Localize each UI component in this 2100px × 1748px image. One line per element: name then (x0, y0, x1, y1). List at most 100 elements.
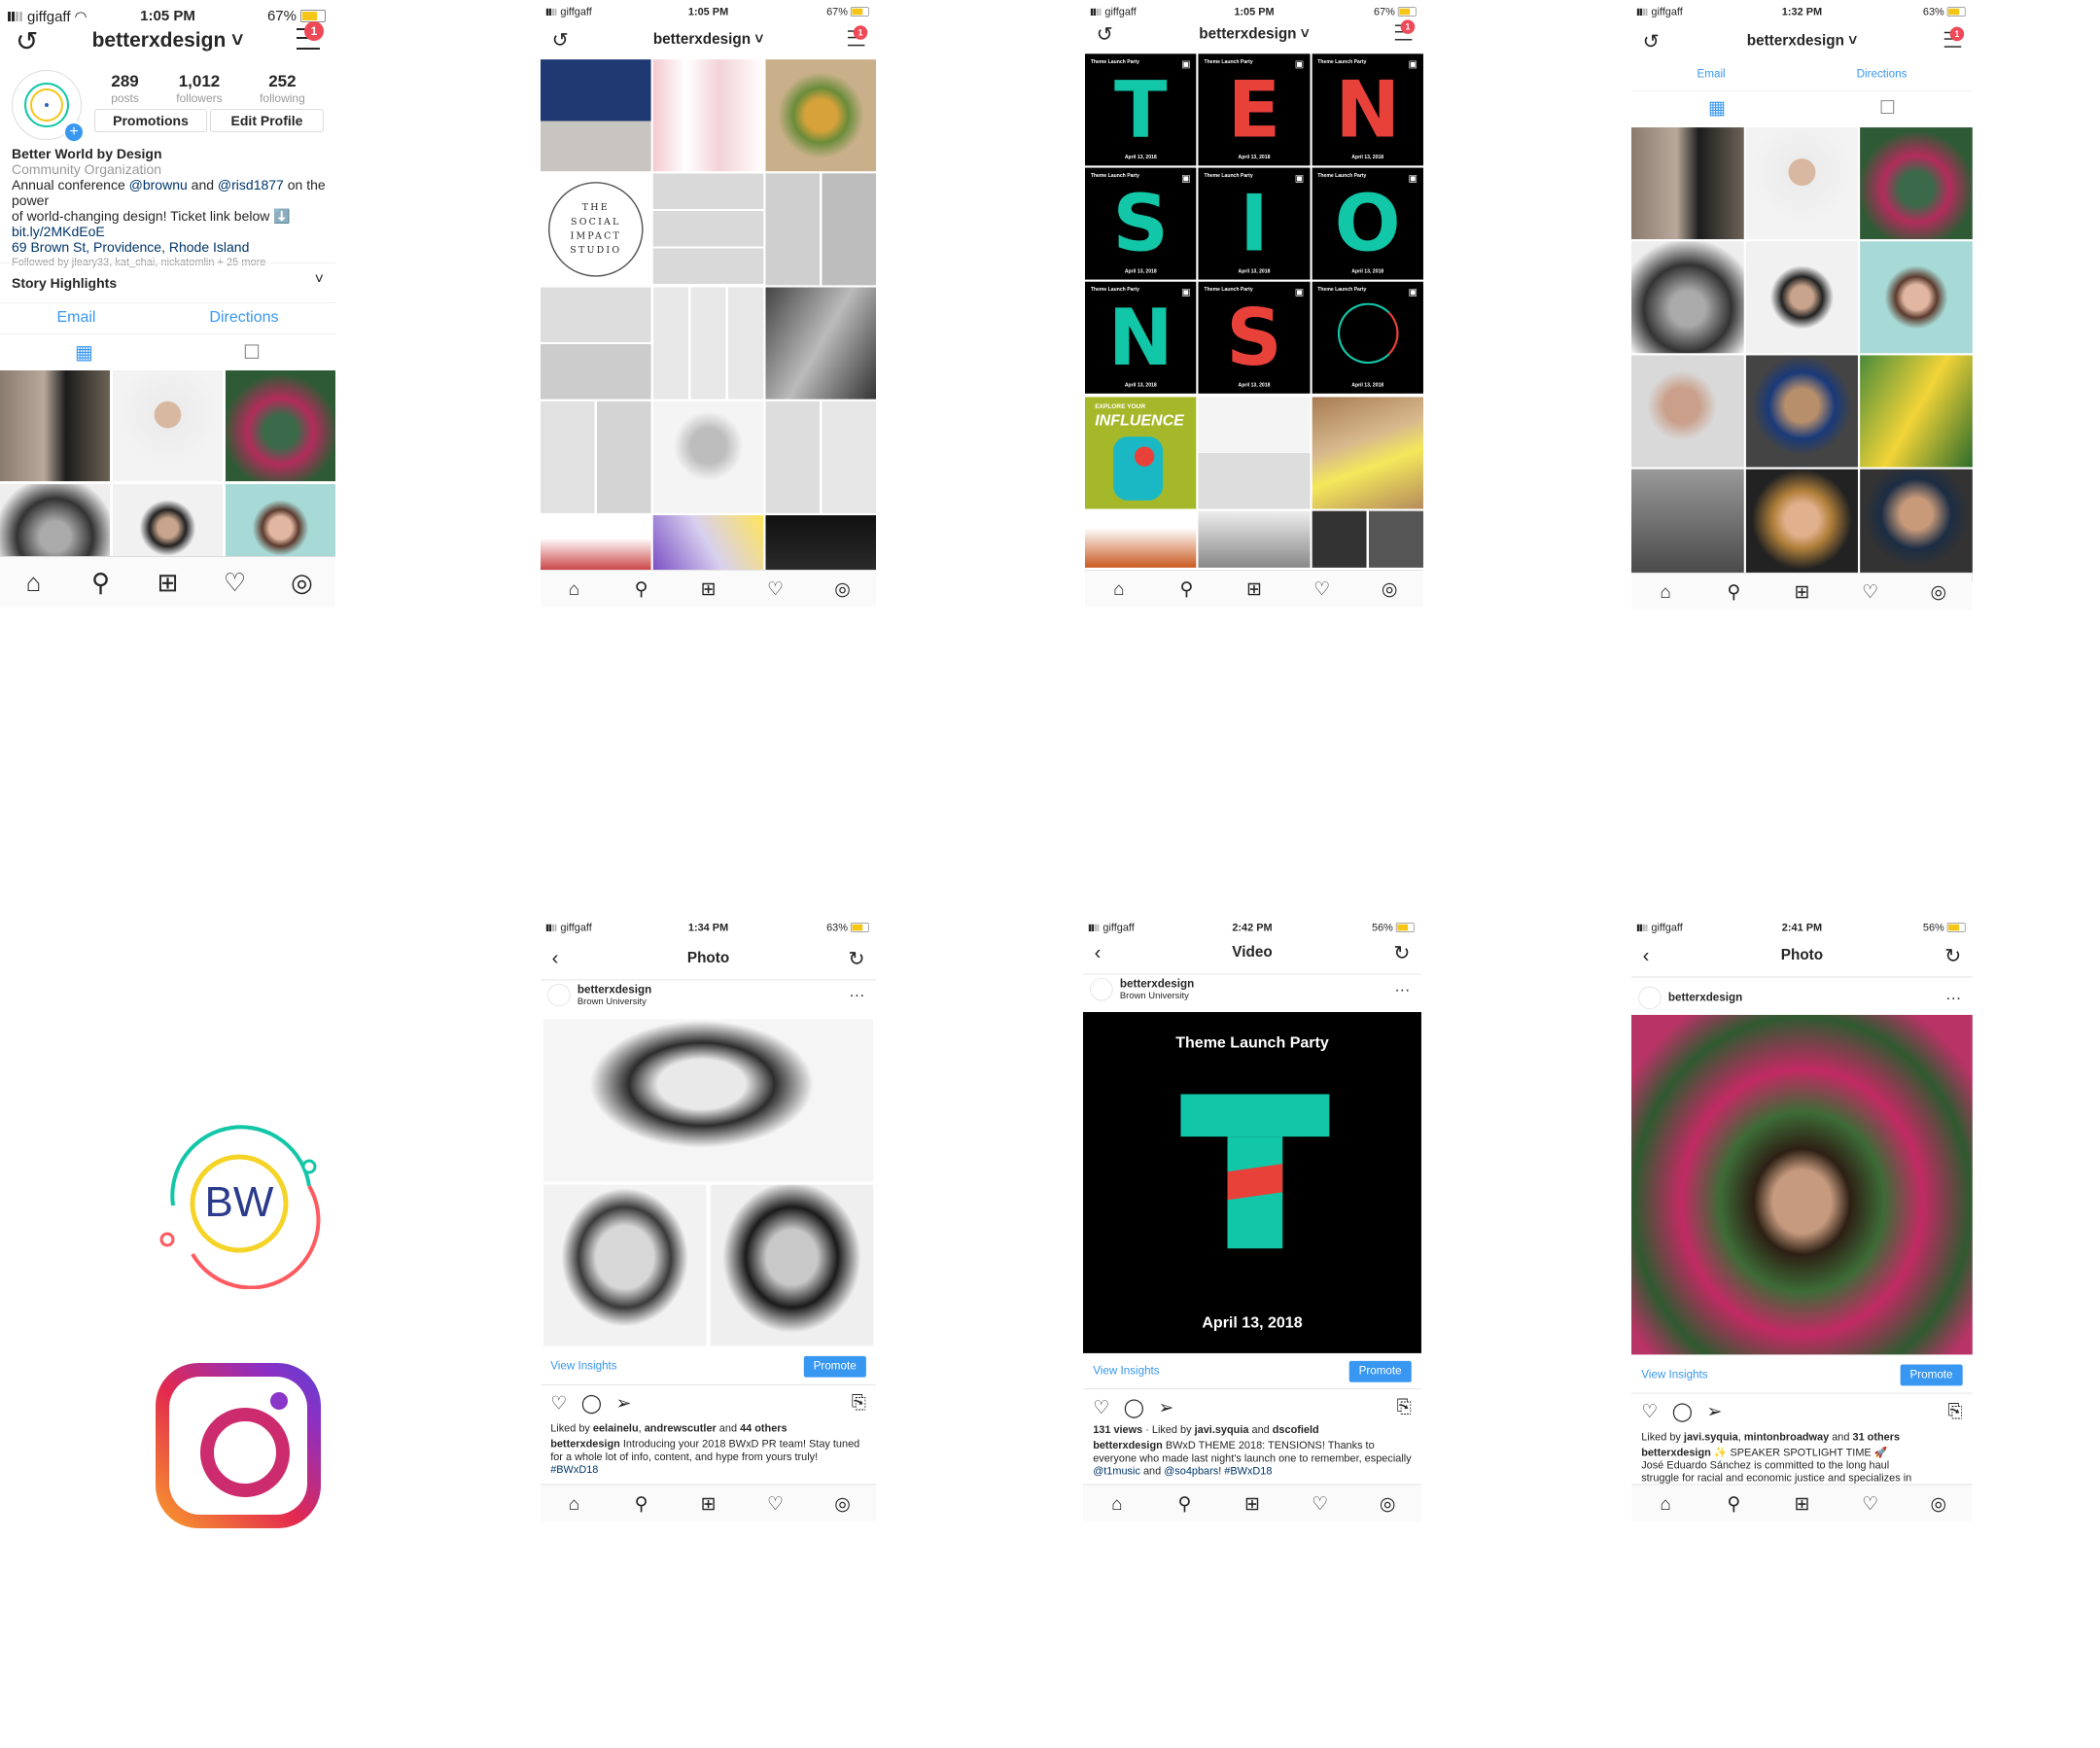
more-options-icon[interactable]: ··· (849, 986, 864, 1004)
grid-photo[interactable] (765, 401, 877, 513)
refresh-icon[interactable]: ↻ (1393, 941, 1410, 964)
liker-link[interactable]: mintonbroadway (1744, 1431, 1829, 1443)
posts-count[interactable]: 289 posts (111, 72, 139, 105)
search-icon[interactable]: ⚲ (1720, 580, 1748, 603)
grid-photo[interactable] (541, 514, 651, 573)
comment-icon[interactable]: ◯ (581, 1392, 602, 1415)
grid-photo[interactable] (1860, 127, 1973, 240)
profile-icon[interactable]: ◎ (283, 568, 322, 598)
profile-address[interactable]: 69 Brown St, Providence, Rhode Island (12, 239, 326, 255)
story-highlights-row[interactable]: Story Highlights ˅ (0, 262, 335, 303)
profile-link[interactable]: bit.ly/2MKdEoE (12, 224, 326, 239)
mention-link[interactable]: @t1music (1093, 1465, 1140, 1477)
likes-others-link[interactable]: 44 others (740, 1422, 788, 1434)
grid-photo[interactable] (765, 59, 877, 172)
home-icon[interactable]: ⌂ (560, 577, 588, 600)
tensions-card[interactable]: Theme Launch Party ▣ S April 13, 2018 (1085, 167, 1197, 280)
home-icon[interactable]: ⌂ (560, 1492, 588, 1515)
avatar[interactable] (547, 983, 571, 1007)
grid-photo[interactable] (1860, 355, 1973, 468)
grid-view-icon[interactable]: ▦ (75, 340, 93, 365)
back-icon[interactable]: ‹ (1095, 941, 1102, 963)
grid-photo[interactable] (541, 59, 651, 172)
home-icon[interactable]: ⌂ (1652, 580, 1680, 603)
bookmark-icon[interactable]: ⎘ (1397, 1396, 1412, 1418)
add-icon[interactable]: ⊞ (694, 1492, 722, 1515)
mention-link[interactable]: @risd1877 (218, 177, 284, 192)
caption-username[interactable]: betterxdesign (1641, 1447, 1711, 1458)
share-icon[interactable]: ➢ (1706, 1400, 1722, 1422)
post-photo[interactable] (1631, 1014, 1973, 1355)
heart-icon[interactable]: ♡ (1306, 1492, 1334, 1515)
grid-photo[interactable] (1631, 241, 1744, 354)
grid-photo[interactable] (541, 287, 651, 400)
archive-icon[interactable]: ↺ (552, 28, 569, 52)
more-options-icon[interactable]: ··· (1945, 989, 1961, 1007)
liker-link[interactable]: andrewscutler (645, 1422, 717, 1434)
grid-photo[interactable]: THE SOCIAL IMPACT STUDIO (541, 173, 651, 286)
liker-link[interactable]: dscofield (1273, 1424, 1319, 1436)
username-dropdown[interactable]: betterxdesign ˅ (653, 31, 763, 48)
refresh-icon[interactable]: ↻ (848, 947, 864, 970)
search-icon[interactable]: ⚲ (627, 577, 655, 600)
tensions-card[interactable]: Theme Launch Party ▣ E April 13, 2018 (1198, 53, 1311, 166)
tagged-view-icon[interactable]: ☐ (1879, 96, 1896, 119)
post-photo[interactable] (542, 1184, 707, 1346)
heart-icon[interactable]: ♡ (1856, 1492, 1884, 1515)
add-icon[interactable]: ⊞ (149, 568, 188, 598)
following-count[interactable]: 252 following (260, 72, 305, 105)
grid-photo[interactable] (226, 370, 335, 481)
view-insights-link[interactable]: View Insights (550, 1360, 616, 1373)
username-dropdown[interactable]: betterxdesign ˅ (92, 29, 244, 52)
profile-avatar[interactable]: + (12, 70, 85, 143)
search-icon[interactable]: ⚲ (1171, 1492, 1199, 1515)
like-icon[interactable]: ♡ (1093, 1396, 1109, 1418)
liker-link[interactable]: javi.syquia (1684, 1431, 1738, 1443)
mention-link[interactable]: @brownu (129, 177, 188, 192)
back-icon[interactable]: ‹ (552, 947, 559, 969)
comment-icon[interactable]: ◯ (1124, 1396, 1144, 1418)
archive-icon[interactable]: ↺ (1643, 29, 1660, 52)
heart-icon[interactable]: ♡ (761, 1492, 789, 1515)
view-insights-link[interactable]: View Insights (1093, 1365, 1159, 1378)
profile-icon[interactable]: ◎ (828, 577, 857, 600)
tensions-card[interactable]: Theme Launch Party ▣ N April 13, 2018 (1312, 53, 1423, 166)
heart-icon[interactable]: ♡ (216, 568, 255, 598)
add-icon[interactable]: ⊞ (1788, 1492, 1816, 1515)
bookmark-icon[interactable]: ⎘ (1948, 1400, 1963, 1422)
profile-icon[interactable]: ◎ (1924, 580, 1952, 603)
add-icon[interactable]: ⊞ (1788, 580, 1816, 603)
bookmark-icon[interactable]: ⎘ (852, 1391, 866, 1414)
grid-photo[interactable] (1631, 127, 1744, 240)
grid-photo[interactable] (1745, 469, 1859, 581)
grid-view-icon[interactable]: ▦ (1708, 96, 1726, 119)
grid-photo[interactable] (1745, 241, 1859, 354)
like-icon[interactable]: ♡ (550, 1392, 567, 1415)
liker-link[interactable]: javi.syquia (1195, 1424, 1249, 1436)
add-icon[interactable]: ⊞ (694, 577, 722, 600)
tensions-card[interactable]: Theme Launch Party ▣ S April 13, 2018 (1198, 281, 1311, 394)
grid-photo[interactable] (765, 287, 877, 400)
grid-photo[interactable] (1198, 510, 1311, 568)
grid-photo[interactable] (652, 287, 764, 400)
heart-icon[interactable]: ♡ (761, 577, 789, 600)
like-icon[interactable]: ♡ (1641, 1400, 1658, 1422)
profile-icon[interactable]: ◎ (828, 1492, 857, 1515)
email-button[interactable]: Email (56, 309, 95, 327)
archive-icon[interactable]: ↺ (16, 25, 38, 57)
grid-photo[interactable] (113, 370, 223, 481)
post-username[interactable]: betterxdesign (1668, 992, 1742, 1004)
add-story-icon[interactable]: + (63, 122, 85, 143)
heart-icon[interactable]: ♡ (1856, 580, 1884, 603)
post-username[interactable]: betterxdesign (578, 984, 651, 996)
avatar[interactable] (1090, 978, 1113, 1001)
caption-username[interactable]: betterxdesign (1093, 1440, 1163, 1451)
mention-link[interactable]: @so4pbars (1164, 1465, 1218, 1477)
more-options-icon[interactable]: ··· (1394, 980, 1410, 998)
tensions-card[interactable]: Theme Launch Party ▣ N April 13, 2018 (1085, 281, 1197, 394)
search-icon[interactable]: ⚲ (1172, 577, 1201, 600)
avatar[interactable] (1638, 986, 1662, 1010)
email-button[interactable]: Email (1697, 68, 1725, 81)
tensions-card[interactable]: Theme Launch Party ▣ April 13, 2018 (1312, 281, 1423, 394)
directions-button[interactable]: Directions (209, 309, 278, 327)
